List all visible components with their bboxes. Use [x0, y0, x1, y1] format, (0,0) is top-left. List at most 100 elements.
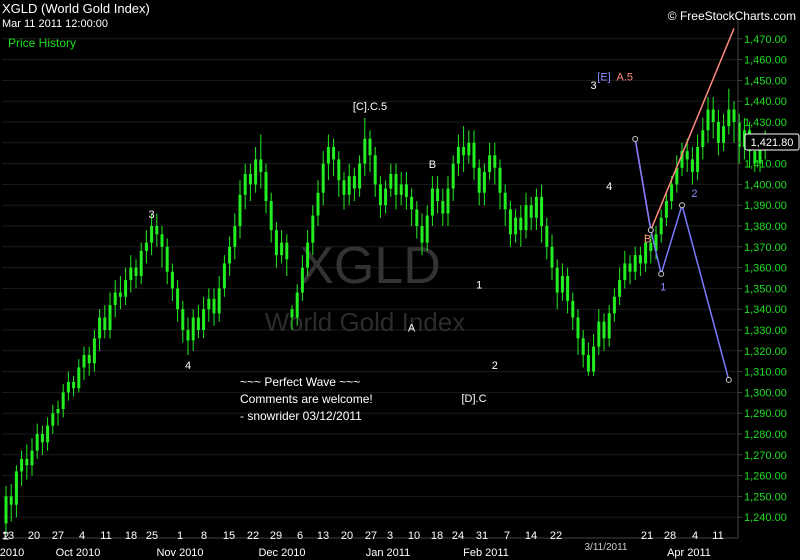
candle-body	[633, 255, 637, 272]
candle-body	[337, 159, 341, 181]
wave-label: [E]	[597, 72, 610, 84]
candle-body	[420, 226, 424, 243]
candle-body	[498, 167, 502, 193]
candle-body	[72, 382, 76, 389]
candle-body	[722, 126, 726, 143]
chart-timestamp: Mar 11 2011 12:00:00	[2, 18, 109, 30]
candle-body	[66, 382, 70, 393]
candle-body	[503, 192, 507, 210]
candle-body	[228, 246, 232, 264]
candle-body	[696, 146, 700, 172]
candle-body	[202, 309, 206, 330]
projection-point	[679, 202, 685, 209]
panel-label[interactable]: Price History	[8, 36, 76, 50]
candle-body	[186, 330, 190, 341]
y-tick-label: 1,280.00	[744, 429, 787, 441]
candle-body	[597, 321, 601, 347]
candle-body	[586, 354, 590, 372]
wave-label: [D].C	[461, 393, 486, 405]
x-day-tick: 6	[297, 530, 303, 542]
candle-body	[347, 176, 351, 195]
wave-label: [C].C.5	[353, 101, 387, 113]
candle-body	[56, 409, 60, 414]
candle-body	[139, 250, 143, 276]
x-day-tick: 20	[341, 530, 353, 542]
candle-body	[456, 146, 460, 164]
candle-body	[576, 317, 580, 339]
candle-body	[612, 296, 616, 314]
candle-body	[571, 300, 575, 318]
candle-body	[181, 309, 185, 330]
wave-label: A	[408, 323, 416, 335]
candle-body	[165, 246, 169, 272]
x-day-tick: 15	[223, 530, 235, 542]
candle-body	[467, 142, 471, 156]
candle-body	[560, 275, 564, 293]
wave-label: 4	[185, 360, 191, 372]
candle-body	[706, 109, 710, 131]
candle-body	[9, 496, 13, 505]
candle-body	[134, 267, 138, 276]
price-chart[interactable]: XGLD World Gold Index 2 3 4 [C].C.5 B A 1 2 [D].…	[0, 0, 800, 560]
candle-body	[196, 317, 200, 330]
candle-body	[285, 242, 289, 260]
candle-body	[259, 159, 263, 172]
candle-body	[212, 298, 216, 314]
x-month-tick: Nov 2010	[156, 547, 203, 559]
candle-body	[514, 217, 518, 235]
wave-label: 2	[492, 360, 498, 372]
candle-body	[87, 354, 91, 364]
y-tick-label: 1,310.00	[744, 367, 787, 379]
candle-body	[20, 458, 24, 472]
copyright[interactable]: © FreeStockCharts.com	[668, 9, 796, 23]
y-tick-label: 1,300.00	[744, 387, 787, 399]
candle-body	[664, 201, 668, 218]
candle-body	[529, 205, 533, 218]
x-day-tick: 14	[525, 530, 537, 542]
candle-body	[716, 122, 720, 143]
y-tick-label: 1,340.00	[744, 304, 787, 316]
watermark-symbol: XGLD	[299, 237, 441, 295]
y-tick-label: 1,260.00	[744, 471, 787, 483]
y-tick-label: 1,450.00	[744, 75, 787, 87]
candle-body	[82, 354, 86, 368]
wave-label: B	[429, 159, 436, 171]
candle-body	[98, 317, 102, 339]
x-day-tick: 4	[79, 530, 85, 542]
y-tick-label: 1,350.00	[744, 283, 787, 295]
candle-body	[321, 163, 325, 193]
candle-body	[566, 275, 570, 301]
candle-body	[4, 496, 8, 524]
candle-body	[368, 138, 372, 156]
x-day-tick: 4	[692, 530, 698, 542]
chart-title: XGLD (World Gold Index)	[2, 1, 150, 16]
candle-body	[727, 109, 731, 127]
candle-body	[404, 184, 408, 197]
candle-body	[124, 280, 128, 297]
x-day-tick: 8	[201, 530, 207, 542]
candle-body	[233, 226, 237, 247]
x-day-tick: 25	[146, 530, 158, 542]
candle-body	[623, 263, 627, 281]
y-tick-label: 1,330.00	[744, 325, 787, 337]
candle-body	[628, 263, 632, 272]
x-month-tick: Jan 2011	[366, 547, 410, 559]
candle-body	[399, 184, 403, 195]
candle-body	[217, 288, 221, 314]
y-tick-label: 1,320.00	[744, 346, 787, 358]
candle-body	[540, 196, 544, 226]
x-day-tick: 3	[387, 530, 393, 542]
x-day-tick: 13	[2, 530, 14, 542]
x-day-tick: 11	[100, 530, 111, 542]
candle-body	[410, 196, 414, 210]
candle-body	[61, 392, 65, 410]
candle-body	[25, 458, 29, 466]
candle-body	[638, 255, 642, 264]
candle-body	[113, 292, 117, 306]
y-tick-label: 1,370.00	[744, 242, 787, 254]
candle-body	[160, 234, 164, 247]
candle-body	[352, 176, 356, 189]
candle-body	[701, 130, 705, 147]
x-day-tick: 10	[408, 530, 420, 542]
candle-body	[316, 192, 320, 216]
